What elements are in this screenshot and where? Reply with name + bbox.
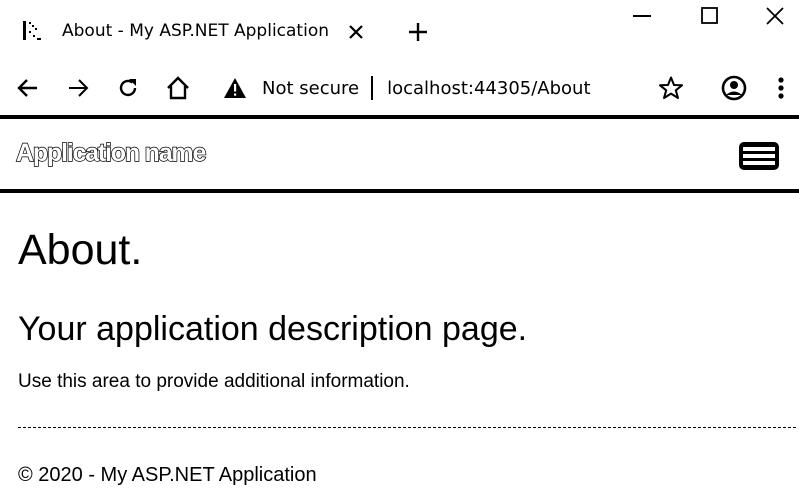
browser-toolbar: Not secure localhost:44305/About	[0, 64, 799, 112]
close-icon	[765, 7, 784, 25]
page-favicon-icon	[20, 19, 44, 43]
forward-button[interactable]	[62, 72, 94, 104]
browser-titlebar: About - My ASP.NET Application	[0, 0, 799, 64]
account-icon	[721, 75, 747, 101]
close-icon	[349, 25, 363, 39]
site-navbar: Application name	[0, 115, 799, 193]
reload-icon	[119, 79, 137, 97]
page-description: Use this area to provide additional info…	[18, 371, 410, 392]
arrow-left-icon	[17, 79, 37, 97]
minimize-button[interactable]	[612, 0, 672, 32]
star-icon	[659, 76, 683, 99]
page-subtitle: Your application description page.	[18, 310, 528, 348]
back-button[interactable]	[12, 72, 44, 104]
more-vertical-icon	[778, 77, 784, 99]
arrow-right-icon	[69, 79, 89, 97]
bookmark-button[interactable]	[655, 72, 687, 104]
security-label[interactable]: Not secure	[262, 78, 359, 99]
brand-link[interactable]: Application name	[15, 138, 207, 168]
address-bar[interactable]: Not secure localhost:44305/About	[222, 70, 642, 106]
home-icon	[167, 76, 189, 100]
url-text[interactable]: localhost:44305/About	[387, 78, 590, 99]
maximize-icon	[701, 7, 718, 24]
reload-button[interactable]	[112, 72, 144, 104]
warning-icon[interactable]	[222, 75, 248, 101]
minimize-icon	[633, 15, 651, 17]
footer-text: © 2020 - My ASP.NET Application	[18, 464, 317, 486]
footer-divider	[18, 427, 796, 428]
tab-title: About - My ASP.NET Application	[62, 21, 329, 41]
browser-tab[interactable]: About - My ASP.NET Application	[20, 12, 329, 50]
profile-button[interactable]	[718, 72, 750, 104]
navbar-toggle-button[interactable]	[738, 141, 780, 171]
page-title: About.	[18, 226, 143, 274]
address-divider	[371, 76, 374, 100]
maximize-button[interactable]	[680, 0, 740, 32]
home-button[interactable]	[162, 72, 194, 104]
hamburger-menu-icon	[739, 142, 779, 170]
new-tab-button[interactable]	[404, 18, 432, 46]
plus-icon	[409, 23, 427, 41]
menu-button[interactable]	[768, 72, 794, 104]
tab-close-button[interactable]	[344, 20, 368, 44]
window-close-button[interactable]	[750, 0, 799, 32]
